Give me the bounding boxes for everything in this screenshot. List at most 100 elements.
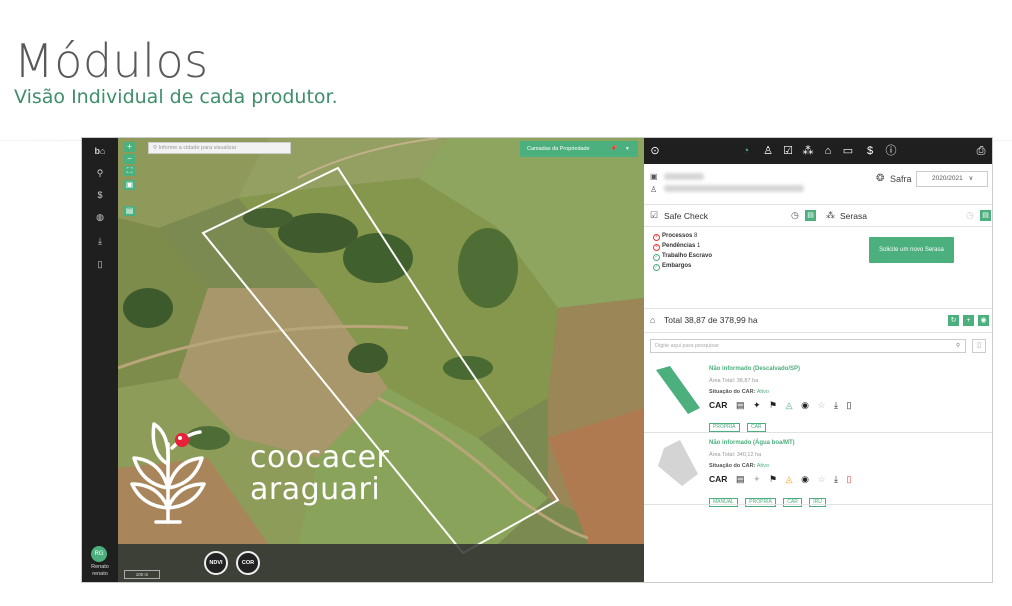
dollar-icon[interactable]: $ [91, 188, 109, 202]
globe-icon[interactable]: ◍ [91, 210, 109, 224]
layers-dropdown[interactable]: Camadas da Propriedade 📌 ▾ [520, 141, 638, 157]
panel-toolbar: ⊙ ◔ ♙ ☑ ⁂ ⌂ ▭ $ ⓘ ⎙ [644, 138, 992, 164]
logo-line-1: coocacer [250, 440, 390, 475]
water-drop-icon[interactable]: ◬ [786, 474, 793, 485]
search-icon: ⚲ [955, 343, 960, 349]
divider [644, 226, 992, 227]
property-area: Área Total: 340,12 ha [709, 452, 762, 458]
car-status: Ativo [756, 389, 769, 395]
navigate-forward-icon[interactable]: ⊙ [648, 144, 662, 158]
check-embargos: ✓ Embargos [653, 263, 691, 271]
serasa-report-icon[interactable]: ▤ [980, 210, 991, 221]
user-search-icon[interactable]: ⚲ [91, 166, 109, 180]
tag: PRÓPRIA [745, 498, 776, 507]
check-label: Pendências [662, 243, 696, 249]
print-icon[interactable]: ⎙ [974, 144, 988, 158]
tag: MANUAL [709, 498, 738, 507]
clock-icon[interactable]: ◷ [791, 210, 799, 221]
check-processos: × Processos 8 [653, 233, 697, 241]
tag: CAR [746, 423, 766, 432]
pin-icon[interactable]: ✦ [753, 474, 761, 485]
layers-icon[interactable]: ▣ [124, 180, 135, 190]
flag-icon[interactable]: ⚑ [769, 400, 777, 411]
home-icon[interactable]: ⌂ [821, 144, 835, 158]
download-icon[interactable]: ⤓ [834, 400, 838, 411]
divider [644, 308, 992, 309]
tag: PRÓPRIA [709, 423, 740, 432]
property-shape-thumbnail[interactable] [652, 364, 702, 416]
check-icon: ✓ [653, 264, 660, 271]
request-serasa-button[interactable]: Solicite um novo Serasa [869, 237, 954, 263]
id-card-icon: ▣ [650, 172, 658, 181]
eye-icon[interactable]: ◉ [801, 400, 809, 411]
total-area: Total 38,87 de 378,99 ha [664, 315, 758, 325]
download-icon[interactable]: ⤓ [91, 234, 109, 248]
star-icon[interactable]: ☆ [817, 474, 825, 485]
property-name[interactable]: Não informado (Água boa/MT) [709, 440, 795, 446]
satellite-map[interactable]: + − ⛶ ▣ ▤ ⚲ Informe a cidade para visual… [118, 138, 644, 582]
document-icon[interactable]: ▯ [91, 257, 109, 271]
download-icon[interactable]: ⤓ [834, 474, 838, 485]
trash-icon[interactable]: ▯ [847, 400, 852, 411]
flag-icon[interactable]: ⚑ [769, 474, 777, 485]
checklist-icon[interactable]: ☑ [781, 144, 795, 158]
view-icon[interactable]: ◉ [978, 315, 989, 326]
pin-icon[interactable]: 📌 [610, 141, 617, 157]
property-panel: ⊙ ◔ ♙ ☑ ⁂ ⌂ ▭ $ ⓘ ⎙ ▣ ♙ ❂ Safra 2020/202… [644, 138, 992, 582]
folder-icon[interactable]: ▭ [841, 144, 855, 158]
dashboard-icon[interactable]: ◔ [739, 144, 753, 158]
add-icon[interactable]: + [963, 315, 974, 326]
document-icon[interactable]: ▤ [736, 474, 745, 485]
divider [644, 504, 992, 505]
ndvi-button[interactable]: NDVI [204, 551, 228, 575]
refresh-icon[interactable]: ↻ [948, 315, 959, 326]
trash-icon[interactable]: ▯ [847, 474, 852, 485]
property-search-placeholder: Digite aqui para pesquisar [655, 343, 719, 349]
fullscreen-icon[interactable]: ⛶ [124, 166, 135, 176]
info-icon[interactable]: ⓘ [884, 144, 898, 158]
car-label: Situação do CAR: [709, 389, 756, 395]
brand-icon[interactable]: b⌂ [91, 144, 109, 158]
map-search-input[interactable]: ⚲ Informe a cidade para visualizar [148, 142, 291, 154]
property-tags: MANUAL PRÓPRIA CAR IRU [709, 490, 829, 507]
check-icon: ✓ [653, 254, 660, 261]
avatar[interactable]: RG [91, 546, 107, 562]
clock-icon[interactable]: ◷ [966, 210, 974, 221]
zoom-in-button[interactable]: + [124, 142, 135, 152]
safe-check-report-icon[interactable]: ▤ [805, 210, 816, 221]
zoom-out-button[interactable]: − [124, 154, 135, 164]
safra-value: 2020/2021 [932, 175, 963, 182]
trash-icon[interactable]: ▯ [972, 339, 986, 353]
redacted-id [664, 173, 704, 180]
car-badge[interactable]: CAR [709, 474, 727, 484]
property-actions: CAR ▤ ✦ ⚑ ◬ ◉ ☆ ⤓ ▯ [709, 400, 857, 412]
eye-icon[interactable]: ◉ [801, 474, 809, 485]
layers-label: Camadas da Propriedade [527, 146, 590, 152]
water-drop-icon[interactable]: ◬ [786, 400, 793, 411]
document-icon[interactable]: ▤ [736, 400, 745, 411]
slide: Módulos Visão Individual de cada produto… [0, 0, 1012, 606]
car-badge[interactable]: CAR [709, 400, 727, 410]
user-icon[interactable]: ♙ [761, 144, 775, 158]
user-name: Renato renato [84, 564, 116, 578]
error-icon: × [653, 234, 660, 241]
property-shape-thumbnail[interactable] [654, 438, 702, 490]
map-bottom-bar [118, 544, 644, 582]
safra-select[interactable]: 2020/2021 ∨ [916, 171, 988, 187]
pin-icon[interactable]: ✦ [753, 400, 761, 411]
redacted-owner-name [664, 185, 804, 192]
property-name[interactable]: Não informado (Descalvado/SP) [709, 366, 800, 372]
measure-icon[interactable]: ▤ [124, 206, 135, 216]
check-label: Trabalho Escravo [662, 253, 713, 259]
check-label: Processos [662, 233, 693, 239]
dollar-icon[interactable]: $ [863, 144, 877, 158]
divider [644, 432, 992, 433]
map-search-placeholder: Informe a cidade para visualizar [158, 145, 237, 151]
property-search-input[interactable]: Digite aqui para pesquisar ⚲ [650, 339, 966, 353]
property-car-status: Situação do CAR: Ativo [709, 463, 769, 469]
error-icon: × [653, 244, 660, 251]
star-icon[interactable]: ☆ [817, 400, 825, 411]
car-label: Situação do CAR: [709, 463, 756, 469]
network-icon[interactable]: ⁂ [801, 144, 815, 158]
cor-button[interactable]: COR [236, 551, 260, 575]
